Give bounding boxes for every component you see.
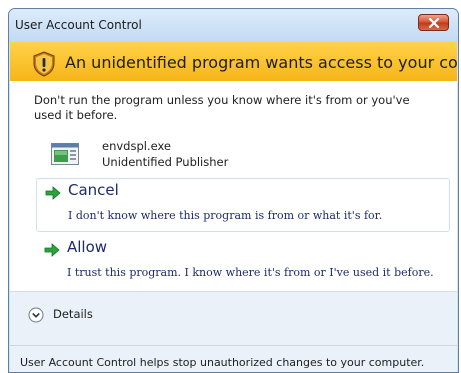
green-arrow-icon: [45, 186, 61, 200]
close-button[interactable]: [418, 14, 449, 31]
details-toggle-label[interactable]: Details: [53, 307, 93, 321]
close-icon: [428, 17, 439, 28]
title-bar[interactable]: User Account Control: [9, 9, 458, 42]
shield-warning-icon: [33, 51, 55, 77]
warning-header: An unidentified program wants access to …: [10, 42, 458, 81]
allow-button[interactable]: Allow I trust this program. I know where…: [36, 236, 450, 290]
footer-text: User Account Control helps stop unauthor…: [20, 356, 425, 369]
cancel-title: Cancel: [68, 181, 119, 199]
dialog-content: Don't run the program unless you know wh…: [10, 81, 457, 291]
warning-message: Don't run the program unless you know wh…: [34, 93, 410, 122]
program-publisher: Unidentified Publisher: [102, 155, 229, 169]
cancel-button[interactable]: Cancel I don't know where this program i…: [36, 178, 450, 232]
allow-description: I trust this program. I know where it's …: [67, 266, 434, 279]
program-name: envdspl.exe: [102, 139, 172, 153]
green-arrow-icon: [44, 243, 60, 257]
allow-title: Allow: [67, 238, 108, 256]
window-title: User Account Control: [15, 18, 142, 32]
footer: User Account Control helps stop unauthor…: [10, 345, 457, 372]
program-icon: [51, 143, 79, 165]
details-section: Details: [10, 291, 457, 346]
chevron-down-icon[interactable]: [28, 307, 44, 323]
uac-dialog: User Account Control An unidentified pro…: [8, 8, 459, 373]
header-title: An unidentified program wants access to …: [65, 53, 458, 72]
cancel-description: I don't know where this program is from …: [68, 209, 383, 222]
